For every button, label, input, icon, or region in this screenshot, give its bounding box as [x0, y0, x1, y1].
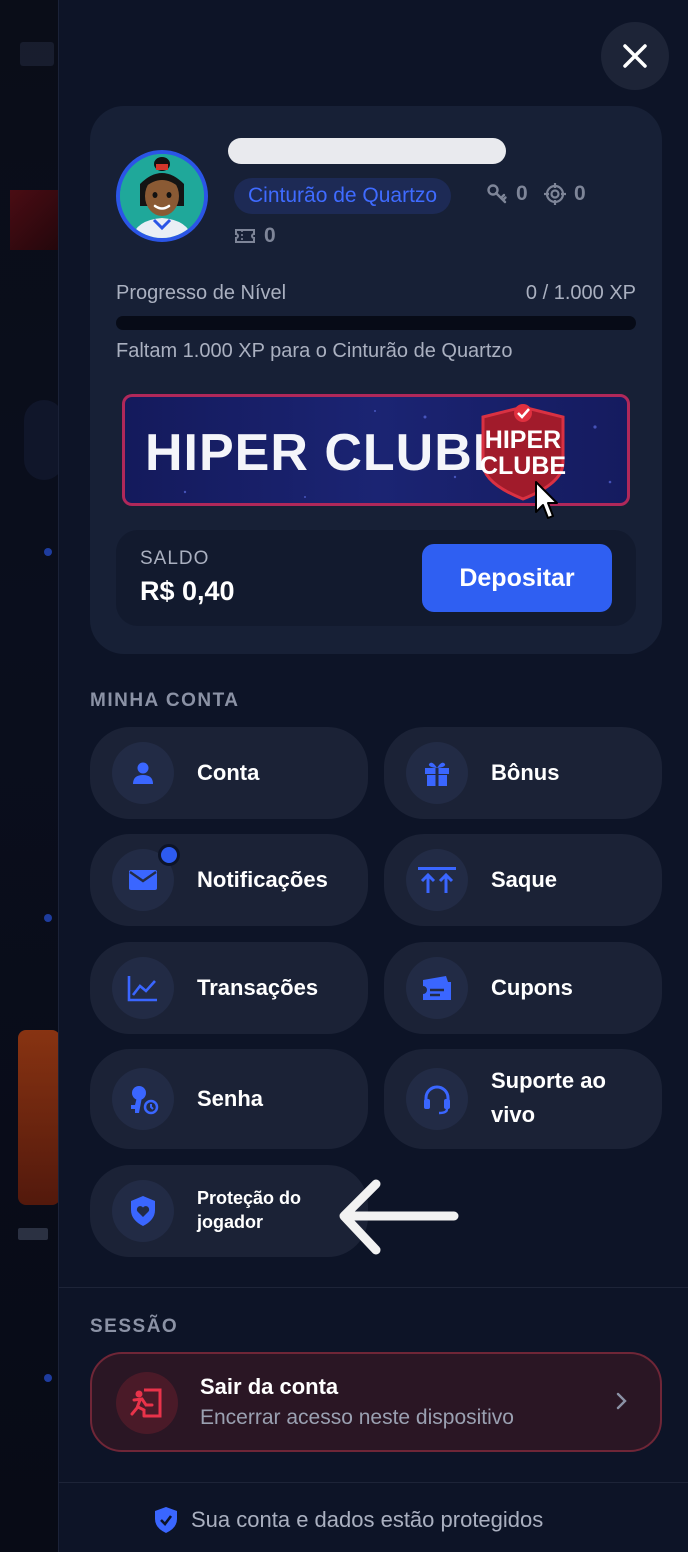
- balance-label: SALDO: [140, 548, 210, 569]
- rank-badge[interactable]: Cinturão de Quartzo: [234, 178, 452, 214]
- menu-item-label: Suporte ao vivo: [491, 1068, 606, 1127]
- logout-subtitle: Encerrar acesso neste dispositivo: [200, 1406, 514, 1429]
- shield-heart-icon: [112, 1180, 174, 1242]
- tickets-stat: 0: [234, 224, 276, 248]
- withdraw-icon: [406, 849, 468, 911]
- chart-icon: [112, 957, 174, 1019]
- section-divider: [59, 1482, 688, 1483]
- close-button[interactable]: [601, 22, 669, 90]
- progress-value: 0 / 1.000 XP: [525, 282, 636, 304]
- banner-logo-line1: HIPER: [484, 426, 562, 454]
- targets-count: 0: [574, 182, 586, 205]
- gift-icon: [406, 742, 468, 804]
- logout-button[interactable]: Sair da conta Encerrar acesso neste disp…: [90, 1352, 662, 1452]
- tickets-count: 0: [264, 224, 276, 247]
- menu-item-saque[interactable]: Saque: [384, 834, 662, 926]
- avatar-illustration-icon: [120, 154, 204, 238]
- menu-item-label: Conta: [197, 760, 260, 785]
- targets-stat: 0: [544, 182, 586, 206]
- headset-icon: [406, 1068, 468, 1130]
- background-text: [18, 1228, 48, 1240]
- ticket-icon: [235, 229, 255, 243]
- close-icon: [623, 44, 647, 68]
- account-section-title: MINHA CONTA: [90, 690, 240, 711]
- menu-item-senha[interactable]: Senha: [90, 1049, 368, 1149]
- mouse-cursor-icon: [535, 481, 558, 519]
- username-redacted: [228, 138, 506, 164]
- menu-item-cupons[interactable]: Cupons: [384, 942, 662, 1034]
- progress-label: Progresso de Nível: [116, 282, 287, 304]
- menu-item-notificacoes[interactable]: Notificações: [90, 834, 368, 926]
- annotation-arrow-icon: [339, 1179, 459, 1255]
- security-footer: Sua conta e dados estão protegidos: [153, 1506, 543, 1534]
- menu-item-transacoes[interactable]: Transações: [90, 942, 368, 1034]
- background-banner: [10, 190, 58, 250]
- background-game-thumbnail: [18, 1030, 58, 1205]
- background-shape: [24, 400, 58, 480]
- background-dot: [44, 914, 52, 922]
- user-icon: [112, 742, 174, 804]
- background-dot: [44, 548, 52, 556]
- keys-count: 0: [516, 182, 528, 205]
- background-page: [0, 0, 58, 1552]
- account-drawer: Cinturão de Quartzo 0 0 0 Progresso de N…: [58, 0, 688, 1552]
- menu-item-label: Saque: [491, 867, 558, 892]
- background-dot: [44, 1374, 52, 1382]
- chevron-right-icon: [616, 1392, 627, 1410]
- key-icon: [112, 1068, 174, 1130]
- shield-icon: [155, 1507, 177, 1533]
- menu-item-label: Senha: [197, 1086, 264, 1111]
- balance-box: SALDO R$ 0,40 Depositar: [116, 530, 636, 626]
- menu-item-protecao-jogador[interactable]: Proteção do jogador: [90, 1165, 368, 1257]
- menu-item-label: Proteção do jogador: [197, 1188, 302, 1232]
- menu-item-label: Transações: [197, 975, 319, 1000]
- profile-card: Cinturão de Quartzo 0 0 0 Progresso de N…: [90, 106, 662, 654]
- menu-item-suporte[interactable]: Suporte ao vivo: [384, 1049, 662, 1149]
- notification-badge: [158, 844, 180, 866]
- menu-item-label: Bônus: [491, 760, 560, 785]
- banner-logo-line2: CLUBE: [479, 452, 567, 480]
- menu-item-label: Notificações: [197, 867, 328, 892]
- keys-stat: 0: [486, 182, 528, 206]
- key-icon: [487, 184, 507, 204]
- background-logo: [20, 42, 54, 66]
- level-progress-bar: [116, 316, 636, 330]
- menu-item-bonus[interactable]: Bônus: [384, 727, 662, 819]
- balance-value: R$ 0,40: [140, 576, 235, 606]
- banner-title: HIPER CLUBE: [145, 424, 509, 482]
- target-icon: [544, 183, 566, 205]
- session-section-title: SESSÃO: [90, 1316, 179, 1337]
- ticket-icon: [406, 957, 468, 1019]
- footer-text: Sua conta e dados estão protegidos: [191, 1507, 544, 1532]
- deposit-button[interactable]: Depositar: [422, 544, 612, 612]
- logout-title: Sair da conta: [200, 1374, 339, 1399]
- section-divider: [59, 1287, 688, 1288]
- menu-item-conta[interactable]: Conta: [90, 727, 368, 819]
- menu-item-label: Cupons: [491, 975, 573, 1000]
- progress-hint: Faltam 1.000 XP para o Cinturão de Quart…: [116, 340, 513, 362]
- avatar[interactable]: [116, 150, 208, 242]
- logout-icon: [116, 1372, 178, 1434]
